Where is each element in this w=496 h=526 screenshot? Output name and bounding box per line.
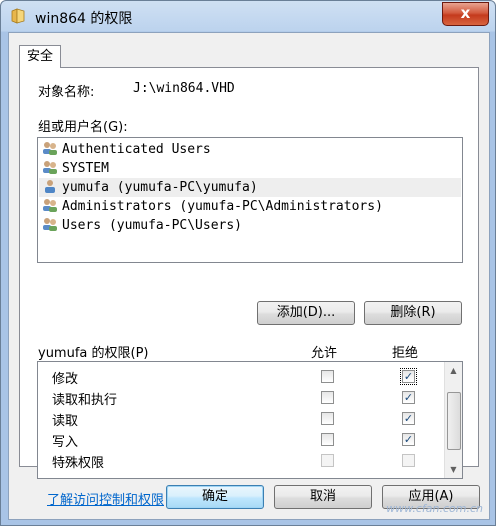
permission-name: 特殊权限 — [52, 456, 105, 471]
scroll-thumb[interactable] — [447, 392, 461, 450]
permission-name: 读取和执行 — [52, 393, 118, 408]
list-item[interactable]: Authenticated Users — [42, 140, 211, 159]
list-item[interactable]: SYSTEM — [42, 159, 109, 178]
allow-column-header: 允许 — [311, 346, 338, 361]
groups-listbox[interactable]: Authenticated Users SYSTEM yumufa (yumuf… — [37, 137, 463, 263]
dialog-client: 安全 对象名称: J:\win864.VHD 组或用户名(G): Authent… — [8, 32, 490, 520]
group-icon — [43, 218, 57, 231]
deny-column-header: 拒绝 — [392, 346, 419, 361]
folder-icon — [11, 8, 25, 24]
ok-button[interactable]: 确定 — [166, 485, 264, 509]
deny-modify-checkbox[interactable]: ✓ — [400, 368, 417, 385]
allow-modify-checkbox[interactable] — [321, 370, 334, 383]
permissions-list: 修改 ✓ 读取和执行 ✓ 读取 ✓ 写入 ✓ 特殊权限 ▲ ▼ — [37, 361, 463, 479]
access-control-help-link[interactable]: 了解访问控制和权限 — [47, 489, 164, 508]
list-item[interactable]: yumufa (yumufa-PC\yumufa) — [39, 178, 461, 197]
add-button[interactable]: 添加(D)... — [257, 301, 355, 325]
check-icon: ✓ — [403, 412, 414, 425]
group-icon — [43, 142, 57, 155]
title-bar[interactable]: win864 的权限 x — [1, 1, 495, 33]
allow-write-checkbox[interactable] — [321, 433, 334, 446]
allow-special-checkbox — [321, 454, 334, 467]
window-title: win864 的权限 — [35, 11, 133, 27]
allow-read-execute-checkbox[interactable] — [321, 391, 334, 404]
permission-row: 读取和执行 ✓ — [38, 387, 442, 408]
permission-row: 特殊权限 — [38, 450, 442, 471]
permissions-scrollbar[interactable]: ▲ ▼ — [444, 362, 462, 478]
watermark: www.cfan.com.cn — [386, 502, 483, 515]
permissions-dialog: win864 的权限 x 安全 对象名称: J:\win864.VHD 组或用户… — [0, 0, 496, 526]
list-item[interactable]: Administrators (yumufa-PC\Administrators… — [42, 197, 383, 216]
object-name-label: 对象名称: — [38, 85, 95, 100]
remove-button[interactable]: 删除(R) — [364, 301, 462, 325]
check-icon: ✓ — [403, 370, 414, 383]
permission-row: 修改 ✓ — [38, 366, 442, 387]
object-name-value: J:\win864.VHD — [133, 81, 235, 96]
deny-read-checkbox[interactable]: ✓ — [402, 412, 415, 425]
cancel-button[interactable]: 取消 — [274, 485, 372, 509]
deny-read-execute-checkbox[interactable]: ✓ — [402, 391, 415, 404]
close-icon: x — [460, 4, 471, 22]
group-icon — [43, 161, 57, 174]
groups-label: 组或用户名(G): — [38, 120, 128, 135]
scroll-up-arrow-icon[interactable]: ▲ — [445, 362, 462, 379]
close-button[interactable]: x — [442, 2, 489, 26]
permission-row: 写入 ✓ — [38, 429, 442, 450]
deny-write-checkbox[interactable]: ✓ — [402, 433, 415, 446]
scroll-down-arrow-icon[interactable]: ▼ — [445, 461, 462, 478]
user-icon — [45, 180, 55, 193]
tab-security[interactable]: 安全 — [19, 45, 61, 68]
group-icon — [43, 199, 57, 212]
check-icon: ✓ — [403, 391, 414, 404]
permissions-label: yumufa 的权限(P) — [38, 346, 149, 361]
permission-name: 写入 — [52, 435, 79, 450]
permission-name: 修改 — [52, 372, 79, 387]
permission-name: 读取 — [52, 414, 79, 429]
tab-panel: 对象名称: J:\win864.VHD 组或用户名(G): Authentica… — [19, 67, 479, 508]
permission-row: 读取 ✓ — [38, 408, 442, 429]
list-item[interactable]: Users (yumufa-PC\Users) — [42, 216, 242, 235]
deny-special-checkbox — [402, 454, 415, 467]
allow-read-checkbox[interactable] — [321, 412, 334, 425]
check-icon: ✓ — [403, 433, 414, 446]
